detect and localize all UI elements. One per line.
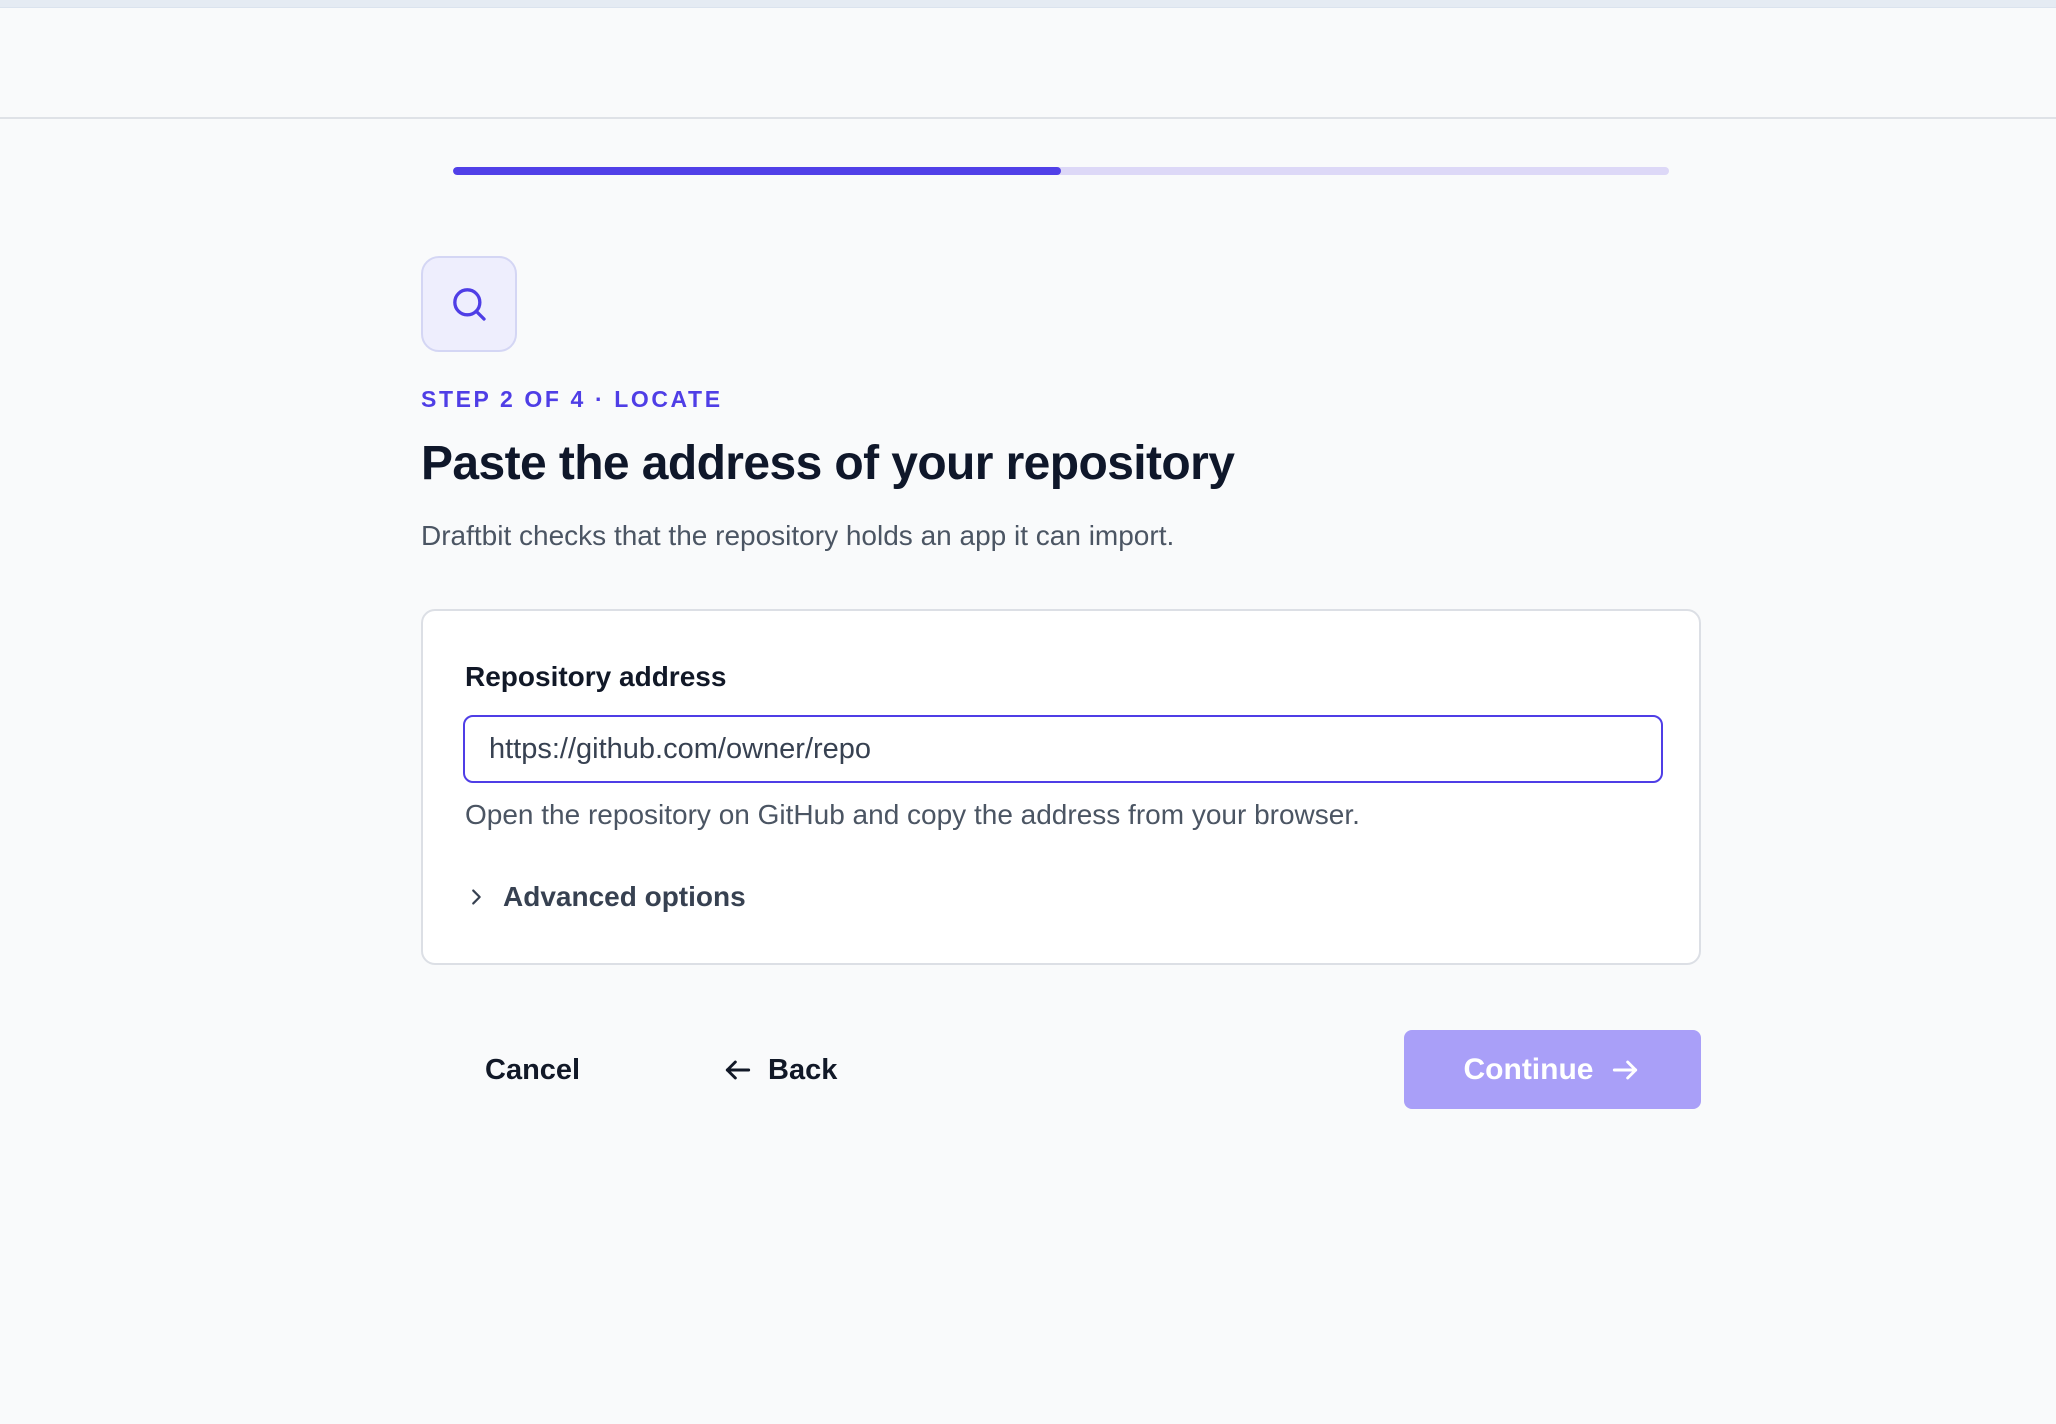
back-button[interactable]: Back: [722, 1040, 837, 1100]
arrow-left-icon: [725, 1060, 751, 1080]
wizard-progress-bar: [453, 167, 1669, 175]
chevron-right-icon: [472, 889, 481, 905]
cancel-button[interactable]: Cancel: [485, 1040, 580, 1100]
step-icon-badge: [421, 256, 517, 352]
repository-address-help: Open the repository on GitHub and copy t…: [465, 799, 1360, 830]
header-bar: [0, 8, 2056, 119]
cancel-button-label: Cancel: [485, 1053, 581, 1086]
search-icon: [453, 288, 486, 321]
repository-form-card: Repository address Open the repository o…: [421, 609, 1701, 965]
advanced-options-toggle[interactable]: Advanced options: [465, 877, 746, 917]
page-title: Paste the address of your repository: [421, 437, 1235, 490]
continue-button-label: Continue: [1463, 1052, 1594, 1086]
repository-address-input[interactable]: [463, 715, 1663, 783]
continue-button[interactable]: Continue: [1404, 1030, 1701, 1109]
wizard-progress-fill: [453, 167, 1061, 175]
step-eyebrow: STEP 2 OF 4 · LOCATE: [421, 386, 723, 412]
arrow-right-icon: [1613, 1060, 1638, 1079]
repository-address-label: Repository address: [465, 661, 727, 692]
page-subtitle: Draftbit checks that the repository hold…: [421, 520, 1175, 551]
advanced-options-label: Advanced options: [503, 881, 746, 912]
back-button-label: Back: [768, 1053, 838, 1086]
browser-top-strip: [0, 0, 2056, 8]
